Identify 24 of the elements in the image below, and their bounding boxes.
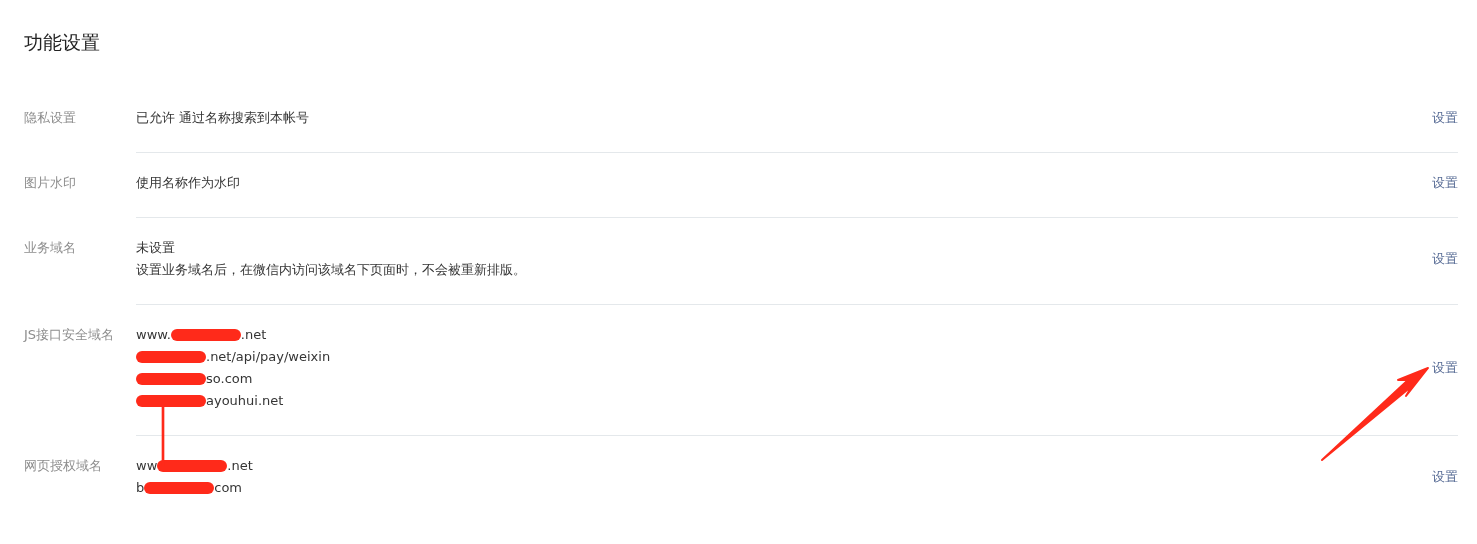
domain-text: www. — [136, 326, 171, 344]
settings-link[interactable]: 设置 — [1432, 250, 1458, 268]
domain-text: .net/api/pay/weixin — [206, 348, 331, 366]
setting-label: JS接口安全域名 — [24, 327, 115, 342]
domain-text: .net — [240, 326, 267, 344]
setting-label: 隐私设置 — [24, 110, 76, 125]
setting-value: 未设置 — [136, 239, 175, 257]
domain-text: com — [214, 479, 243, 497]
settings-link[interactable]: 设置 — [1432, 359, 1458, 377]
domain-text: .net — [227, 457, 253, 475]
domain-text: ww — [136, 457, 158, 475]
setting-value: 已允许 通过名称搜索到本帐号 — [136, 109, 310, 127]
domain-text: ayouhui.net — [206, 392, 284, 410]
page-title: 功能设置 — [24, 30, 101, 55]
setting-value: 使用名称作为水印 — [136, 174, 240, 192]
setting-label: 网页授权域名 — [24, 458, 102, 473]
setting-value: 设置业务域名后，在微信内访问该域名下页面时，不会被重新排版。 — [136, 261, 526, 279]
settings-link[interactable]: 设置 — [1432, 174, 1458, 192]
settings-link[interactable]: 设置 — [1432, 468, 1458, 486]
settings-link[interactable]: 设置 — [1432, 109, 1458, 127]
domain-text: b — [136, 479, 145, 497]
domain-text: so.com — [206, 370, 253, 388]
setting-label: 业务域名 — [24, 240, 76, 255]
setting-label: 图片水印 — [24, 175, 76, 190]
